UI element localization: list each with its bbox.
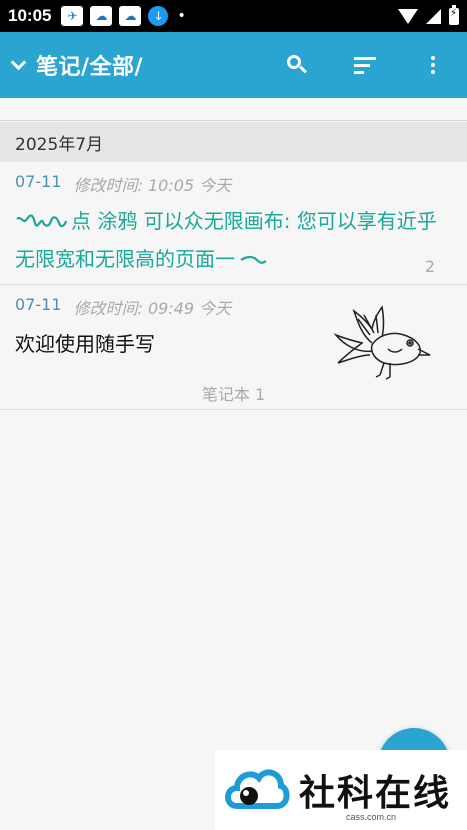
- section-header: 2025年7月: [0, 122, 467, 162]
- watermark-text: 社科在线: [299, 773, 452, 814]
- note-meta: 07-11 修改时间: 09:49 今天: [15, 295, 231, 319]
- note-meta: 07-11 修改时间: 10:05 今天: [15, 172, 231, 196]
- note-card[interactable]: 07-11 修改时间: 09:49 今天 欢迎使用随手写 笔记本 1: [0, 285, 467, 410]
- search-icon: [287, 55, 307, 75]
- note-modified-time: 修改时间: 09:49 今天: [73, 299, 232, 318]
- watermark: 社科在线 cass.com.cn: [215, 750, 467, 830]
- note-card[interactable]: 07-11 修改时间: 10:05 今天 点 涂鸦 可以众无限画布: 您可以享有…: [0, 162, 467, 285]
- bird-sketch-image: [333, 305, 431, 380]
- note-count: 2: [424, 257, 435, 276]
- app-bar: 笔记/全部/: [0, 32, 467, 98]
- battery-icon: [449, 4, 459, 25]
- download-icon: ↓: [148, 6, 169, 26]
- note-modified-time: 修改时间: 10:05 今天: [73, 176, 232, 195]
- note-date: 07-11: [15, 295, 62, 314]
- status-bar: 10:05 ✈ ☁ ☁ ↓ •: [0, 0, 467, 32]
- note-body: 点 涂鸦 可以众无限画布: 您可以享有近乎无限宽和无限高的页面一: [15, 202, 445, 278]
- status-time: 10:05: [8, 6, 52, 25]
- app-actions: [263, 32, 467, 98]
- dot-icon: •: [177, 8, 186, 24]
- sort-button[interactable]: [331, 32, 399, 98]
- more-vert-icon: [431, 56, 435, 74]
- note-date: 07-11: [15, 172, 62, 191]
- watermark-subtext: cass.com.cn: [346, 812, 397, 822]
- search-button[interactable]: [263, 32, 331, 98]
- squiggle-icon: [240, 255, 267, 264]
- more-button[interactable]: [399, 32, 467, 98]
- watermark-logo: [225, 769, 290, 809]
- cloud-icon: ☁: [119, 6, 142, 26]
- toolbar-spacer: [0, 98, 467, 121]
- plane-icon: ✈: [61, 6, 84, 26]
- note-text: 点 涂鸦 可以众无限画布: 您可以享有近乎无限宽和无限高的页面一: [15, 209, 437, 271]
- page-title[interactable]: 笔记/全部/: [36, 49, 143, 81]
- signal-icon: [426, 8, 441, 24]
- notebook-label: 笔记本 1: [201, 385, 266, 404]
- chevron-down-icon[interactable]: [6, 53, 30, 77]
- sort-icon: [354, 56, 376, 74]
- status-right: [398, 4, 459, 25]
- wifi-icon: [398, 8, 418, 24]
- handwriting-icon: [16, 213, 67, 227]
- cloud-icon: ☁: [90, 6, 113, 26]
